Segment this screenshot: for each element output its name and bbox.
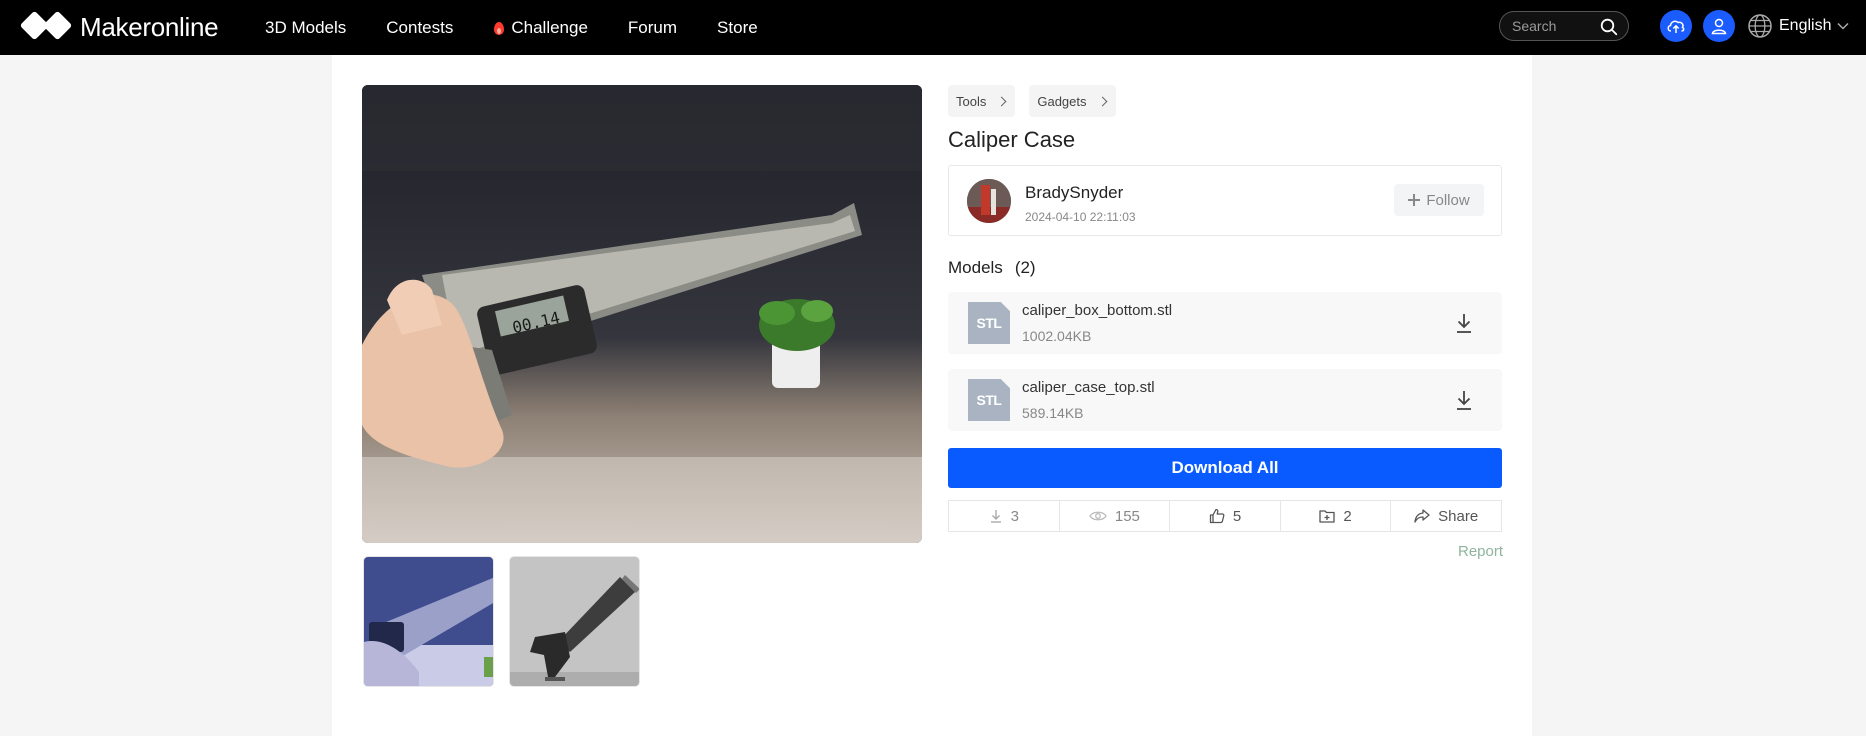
download-icon <box>990 510 1001 523</box>
model-detail-card: 00.14 Tools Gadgets Caliper Case BradySn… <box>332 55 1532 736</box>
thumbs-up-icon <box>1209 508 1225 524</box>
upload-button[interactable] <box>1660 10 1692 42</box>
main-nav: 3D Models Contests Challenge Forum Store <box>265 0 798 55</box>
eye-icon <box>1089 511 1107 521</box>
cloud-upload-icon <box>1667 20 1685 33</box>
follow-button[interactable]: Follow <box>1394 184 1484 216</box>
download-icon[interactable] <box>1454 389 1474 411</box>
chevron-right-icon <box>1097 96 1107 106</box>
author-name[interactable]: BradySnyder <box>1025 183 1123 203</box>
models-heading: Models (2) <box>948 258 1036 278</box>
download-all-button[interactable]: Download All <box>948 448 1502 488</box>
stl-file-icon: STL <box>968 379 1010 421</box>
nav-item-3d-models[interactable]: 3D Models <box>265 18 346 38</box>
globe-icon <box>1748 14 1772 38</box>
nav-label: Store <box>717 17 758 37</box>
caliper-photo: 00.14 <box>362 85 922 543</box>
nav-item-forum[interactable]: Forum <box>628 18 677 38</box>
model-file-row: STL caliper_case_top.stl 589.14KB <box>948 369 1502 431</box>
nav-label: Contests <box>386 17 454 37</box>
brand-name: Makeronline <box>80 11 219 42</box>
main-preview-image[interactable]: 00.14 <box>362 85 922 543</box>
breadcrumb-item-tools[interactable]: Tools <box>948 85 1016 117</box>
nav-label: Forum <box>627 17 678 37</box>
chevron-right-icon <box>996 96 1007 106</box>
language-label: English <box>1779 17 1832 34</box>
breadcrumb: Tools Gadgets <box>948 85 1116 117</box>
search-icon[interactable] <box>1600 18 1618 36</box>
plus-icon <box>1408 194 1421 206</box>
folder-add-icon <box>1319 510 1336 523</box>
like-count-value: 5 <box>1232 507 1242 525</box>
brand-logo[interactable]: Makeronline <box>19 10 219 44</box>
publish-date: 2024-04-10 22:11:03 <box>1025 210 1136 224</box>
view-count-value: 155 <box>1114 507 1140 525</box>
follow-label: Follow <box>1426 191 1470 209</box>
logo-mark-icon <box>19 10 73 44</box>
model-file-row: STL caliper_box_bottom.stl 1002.04KB <box>948 292 1502 354</box>
file-name: caliper_box_bottom.stl <box>1022 302 1173 319</box>
share-icon <box>1414 509 1430 523</box>
like-button[interactable]: 5 <box>1170 501 1281 531</box>
collect-count-value: 2 <box>1343 507 1352 525</box>
thumbnail-1[interactable] <box>363 556 494 687</box>
file-size: 589.14KB <box>1022 405 1084 421</box>
model-title: Caliper Case <box>948 127 1076 152</box>
file-name: caliper_case_top.stl <box>1022 379 1155 396</box>
nav-item-challenge[interactable]: Challenge <box>493 18 588 38</box>
flame-icon <box>493 20 505 36</box>
chevron-down-icon <box>1837 22 1850 30</box>
language-selector[interactable]: English <box>1747 12 1850 40</box>
file-size: 1002.04KB <box>1022 328 1092 344</box>
thumbnail-2[interactable] <box>509 556 640 687</box>
download-count-value: 3 <box>1010 507 1019 525</box>
view-count: 155 <box>1060 501 1171 531</box>
nav-label: 3D Models <box>265 17 347 37</box>
user-icon <box>1711 18 1727 35</box>
avatar[interactable] <box>967 179 1011 223</box>
breadcrumb-label: Gadgets <box>1037 93 1087 109</box>
search-input[interactable] <box>1512 18 1592 34</box>
breadcrumb-item-gadgets[interactable]: Gadgets <box>1029 85 1116 117</box>
download-count[interactable]: 3 <box>949 501 1060 531</box>
models-heading-label: Models <box>948 258 1003 277</box>
share-label: Share <box>1438 507 1479 525</box>
nav-item-store[interactable]: Store <box>717 18 758 38</box>
report-link[interactable]: Report <box>1458 543 1503 560</box>
user-account-button[interactable] <box>1703 10 1735 42</box>
author-card: BradySnyder 2024-04-10 22:11:03 Follow <box>948 165 1502 236</box>
share-button[interactable]: Share <box>1391 501 1501 531</box>
breadcrumb-label: Tools <box>956 93 987 109</box>
thumbnail-image <box>364 557 493 686</box>
search-box <box>1499 11 1629 41</box>
download-icon[interactable] <box>1454 312 1474 334</box>
avatar-image <box>967 179 1011 223</box>
stats-bar: 3 155 5 2 Share <box>948 500 1502 532</box>
nav-label: Challenge <box>511 17 588 37</box>
stl-file-icon: STL <box>968 302 1010 344</box>
thumbnail-image <box>510 557 639 686</box>
collect-button[interactable]: 2 <box>1281 501 1392 531</box>
models-count: (2) <box>1014 258 1036 277</box>
nav-item-contests[interactable]: Contests <box>386 18 453 38</box>
top-navbar: Makeronline 3D Models Contests Challenge… <box>0 0 1866 55</box>
